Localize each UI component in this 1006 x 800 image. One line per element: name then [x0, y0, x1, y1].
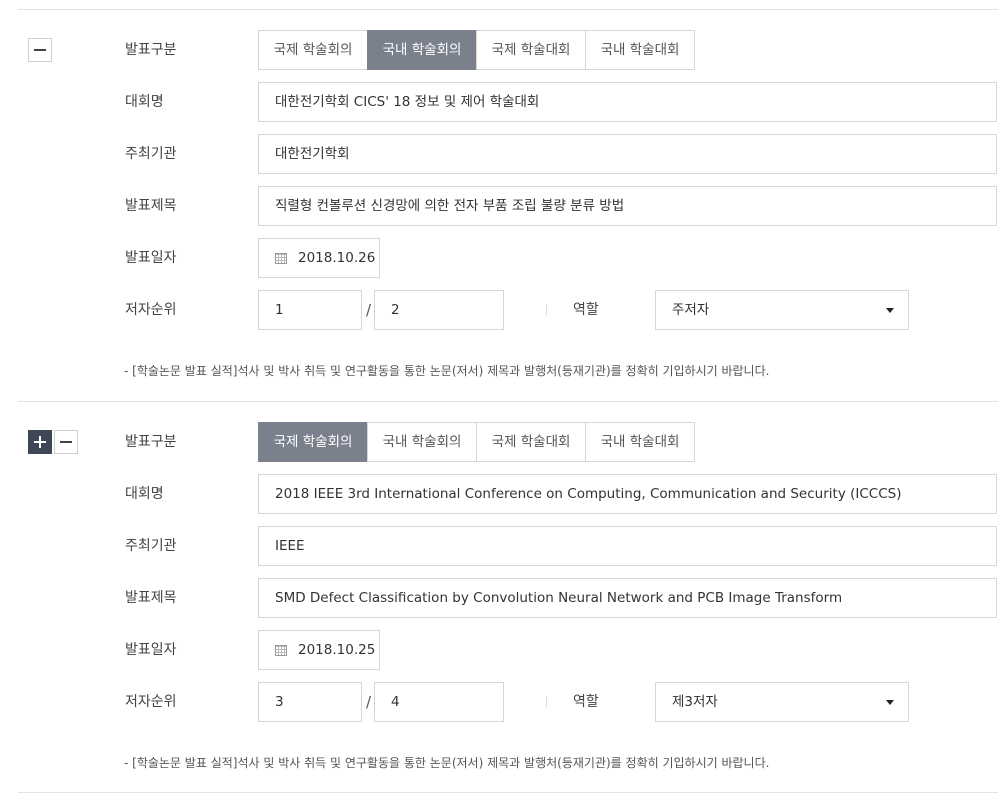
entry-controls	[28, 430, 78, 454]
date-value: 2018.10.25	[298, 642, 376, 658]
author-slash: /	[366, 693, 372, 711]
title-label: 발표제목	[125, 198, 177, 214]
bottom-divider	[18, 792, 998, 793]
role-value: 주저자	[672, 302, 710, 318]
conference-label: 대회명	[125, 94, 164, 110]
remove-entry-button[interactable]	[54, 430, 78, 454]
role-label: 역할	[573, 694, 599, 710]
author-total-input[interactable]: 4	[374, 682, 504, 722]
add-entry-button[interactable]	[28, 430, 52, 454]
host-input[interactable]: 대한전기학회	[258, 134, 997, 174]
date-label: 발표일자	[125, 250, 177, 266]
conference-label: 대회명	[125, 486, 164, 502]
role-divider	[546, 304, 547, 316]
type-option-domestic-symposium[interactable]: 국내 학술대회	[585, 30, 695, 70]
role-label: 역할	[573, 302, 599, 318]
author-order-input[interactable]: 3	[258, 682, 362, 722]
type-option-intl-conference[interactable]: 국제 학술회의	[258, 30, 368, 70]
remove-entry-button[interactable]	[28, 38, 52, 62]
conference-input[interactable]: 대한전기학회 CICS' 18 정보 및 제어 학술대회	[258, 82, 997, 122]
host-label: 주최기관	[125, 538, 177, 554]
presentation-entry-1: 발표구분 국제 학술회의 국내 학술회의 국제 학술대회 국내 학술대회 대회명…	[0, 0, 1006, 392]
type-option-domestic-symposium[interactable]: 국내 학술대회	[585, 422, 695, 462]
date-picker[interactable]: 2018.10.25	[258, 630, 380, 670]
plus-icon	[34, 436, 46, 448]
calendar-icon	[275, 252, 287, 264]
caret-down-icon	[886, 700, 894, 705]
type-option-domestic-conference[interactable]: 국내 학술회의	[367, 30, 477, 70]
role-select[interactable]: 제3저자	[655, 682, 909, 722]
type-segmented-control: 국제 학술회의 국내 학술회의 국제 학술대회 국내 학술대회	[258, 422, 695, 462]
title-input[interactable]: SMD Defect Classification by Convolution…	[258, 578, 997, 618]
author-total-input[interactable]: 2	[374, 290, 504, 330]
type-option-intl-symposium[interactable]: 국제 학술대회	[476, 422, 586, 462]
role-divider	[546, 696, 547, 708]
calendar-icon	[275, 644, 287, 656]
guidance-note: - [학술논문 발표 실적]석사 및 박사 취득 및 연구활동을 통한 논문(저…	[124, 756, 770, 770]
type-option-intl-symposium[interactable]: 국제 학술대회	[476, 30, 586, 70]
type-label: 발표구분	[125, 434, 177, 450]
type-segmented-control: 국제 학술회의 국내 학술회의 국제 학술대회 국내 학술대회	[258, 30, 695, 70]
role-value: 제3저자	[672, 694, 718, 710]
minus-icon	[60, 441, 72, 443]
type-option-domestic-conference[interactable]: 국내 학술회의	[367, 422, 477, 462]
date-label: 발표일자	[125, 642, 177, 658]
guidance-note: - [학술논문 발표 실적]석사 및 박사 취득 및 연구활동을 통한 논문(저…	[124, 364, 770, 378]
author-order-label: 저자순위	[125, 302, 177, 318]
date-value: 2018.10.26	[298, 250, 376, 266]
host-input[interactable]: IEEE	[258, 526, 997, 566]
title-input[interactable]: 직렬형 컨볼루션 신경망에 의한 전자 부품 조립 불량 분류 방법	[258, 186, 997, 226]
author-order-label: 저자순위	[125, 694, 177, 710]
type-option-intl-conference[interactable]: 국제 학술회의	[258, 422, 368, 462]
presentation-entry-2: 발표구분 국제 학술회의 국내 학술회의 국제 학술대회 국내 학술대회 대회명…	[0, 392, 1006, 784]
host-label: 주최기관	[125, 146, 177, 162]
type-label: 발표구분	[125, 42, 177, 58]
conference-input[interactable]: 2018 IEEE 3rd International Conference o…	[258, 474, 997, 514]
entry-controls	[28, 38, 52, 62]
author-slash: /	[366, 301, 372, 319]
date-picker[interactable]: 2018.10.26	[258, 238, 380, 278]
role-select[interactable]: 주저자	[655, 290, 909, 330]
title-label: 발표제목	[125, 590, 177, 606]
minus-icon	[34, 49, 46, 51]
caret-down-icon	[886, 308, 894, 313]
author-order-input[interactable]: 1	[258, 290, 362, 330]
